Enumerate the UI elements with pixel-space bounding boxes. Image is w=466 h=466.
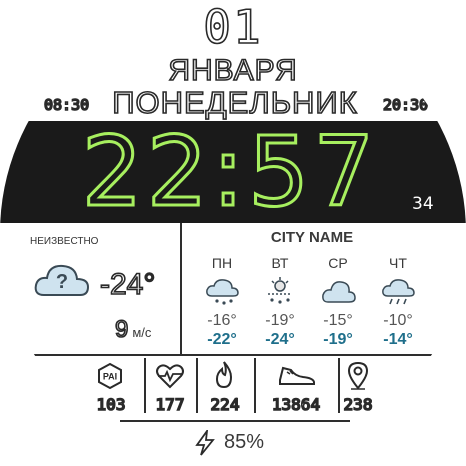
weather-divider [180, 223, 182, 355]
forecast-day-3: СР [328, 255, 348, 271]
weather-condition: НЕИЗВЕСТНО [30, 236, 99, 247]
forecast-day-4: ЧТ [389, 255, 407, 271]
stats-bottom-divider [120, 420, 350, 422]
unknown-weather-icon: ? [32, 255, 92, 301]
lightning-icon [194, 427, 216, 456]
heart-rate-value: 177 [155, 395, 186, 415]
rain-cloud-icon [380, 276, 416, 308]
sunset-time: 20:30 [382, 95, 429, 115]
forecast-day-1: ПН [211, 255, 233, 271]
forecast-high-2: -19° [265, 312, 295, 329]
time-display: 22:57 [80, 116, 379, 228]
sunrise-time: 08:30 [43, 95, 90, 115]
current-temperature: -24° [99, 267, 156, 302]
forecast-low-2: -24° [265, 331, 295, 348]
forecast-low-4: -14° [383, 331, 413, 348]
location-pin-icon [346, 360, 370, 392]
forecast-high-1: -16° [207, 312, 237, 329]
forecast-low-3: -19° [323, 331, 353, 348]
heart-rate-icon [155, 362, 185, 390]
watch-face: 01 ЯНВАРЯ ПОНЕДЕЛЬНИК 08:30 20:30 22:57 … [0, 0, 466, 466]
date-month: ЯНВАРЯ [168, 53, 298, 88]
stats-top-divider [0, 354, 466, 356]
battery-level: 85% [224, 431, 265, 453]
snow-icon [204, 276, 240, 308]
shoe-icon [277, 362, 317, 388]
city-name: CITY NAME [270, 229, 354, 246]
date-day: 01 [202, 0, 263, 54]
wind-speed: 9 м/с [114, 315, 152, 347]
wind-speed-unit: м/с [132, 325, 152, 340]
forecast-high-3: -15° [323, 312, 353, 329]
steps-value: 13864 [271, 395, 321, 415]
date-weekday: ПОНЕДЕЛЬНИК [111, 85, 358, 121]
pai-value: 103 [96, 395, 127, 415]
forecast-day-2: ВТ [271, 255, 289, 271]
distance-value: 238 [343, 395, 374, 415]
snow-night-icon [262, 276, 298, 308]
flame-icon [211, 360, 237, 390]
cloud-icon [320, 276, 356, 308]
wind-speed-value: 9 [114, 315, 129, 344]
forecast-high-4: -10° [383, 312, 413, 329]
pai-icon: PAI [96, 362, 124, 390]
svg-text:?: ? [56, 271, 68, 293]
calories-value: 224 [210, 395, 241, 415]
forecast-low-1: -22° [207, 331, 237, 348]
seconds-display: 34 [412, 194, 434, 214]
svg-text:PAI: PAI [103, 372, 117, 382]
